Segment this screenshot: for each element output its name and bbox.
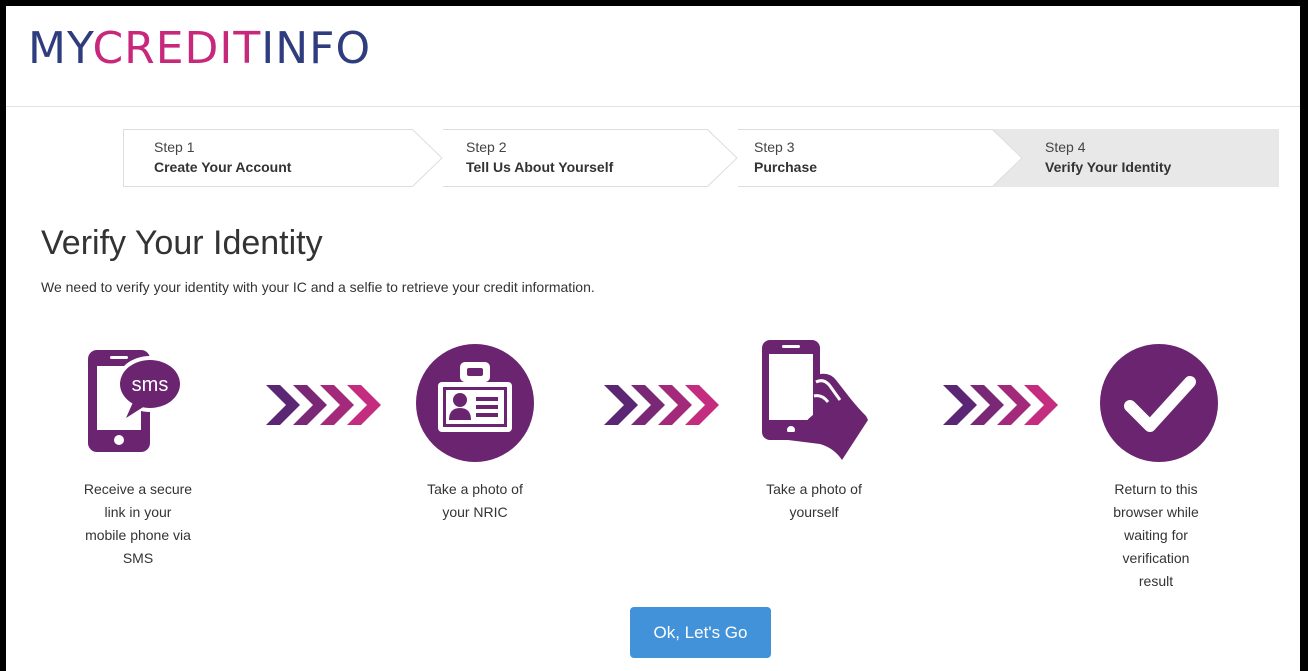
label-line: Return to this	[1114, 481, 1198, 497]
page: MYCREDITINFO Step 1 Create Your Account …	[6, 6, 1300, 671]
label-line: mobile phone via	[85, 527, 191, 543]
page-title: Verify Your Identity	[41, 224, 323, 262]
label-line: waiting for	[1124, 527, 1188, 543]
brand-logo[interactable]: MYCREDITINFO	[28, 24, 371, 74]
page-subtitle: We need to verify your identity with you…	[41, 279, 595, 295]
chevrons-arrow-icon	[266, 385, 381, 425]
checkmark-circle-icon	[1100, 344, 1218, 462]
phone-in-hand-icon	[762, 340, 868, 460]
step-2-title: Tell Us About Yourself	[466, 159, 614, 175]
step-4-number: Step 4	[1045, 139, 1086, 155]
step-2: Step 2 Tell Us About Yourself	[443, 129, 708, 187]
step-3: Step 3 Purchase	[738, 129, 993, 187]
label-line: your NRIC	[442, 504, 508, 520]
step-label-nric: Take a photo of your NRIC	[410, 478, 540, 524]
logo-part-my: MY	[28, 23, 93, 74]
sms-phone-icon: sms	[88, 350, 184, 452]
step-label-return: Return to this browser while waiting for…	[1091, 478, 1221, 593]
label-line: Take a photo of	[766, 481, 862, 497]
step-label-sms: Receive a secure link in your mobile pho…	[73, 478, 203, 570]
step-4-title: Verify Your Identity	[1045, 159, 1172, 175]
label-line: SMS	[122, 550, 154, 566]
step-1-title: Create Your Account	[154, 159, 292, 175]
label-line: yourself	[789, 504, 839, 520]
label-line: verification	[1122, 550, 1190, 566]
sms-icon-text: sms	[132, 374, 169, 396]
id-card-icon	[416, 344, 534, 462]
chevrons-arrow-icon	[943, 385, 1058, 425]
label-line: Receive a secure	[83, 481, 193, 497]
step-3-number: Step 3	[754, 139, 795, 155]
label-line: result	[1138, 573, 1174, 589]
ok-lets-go-button[interactable]: Ok, Let's Go	[630, 607, 771, 658]
step-3-title: Purchase	[754, 159, 818, 175]
label-line: link in your	[104, 504, 172, 520]
step-1: Step 1 Create Your Account	[123, 129, 413, 187]
step-1-chevron	[412, 129, 443, 187]
step-4-active: Step 4 Verify Your Identity	[993, 129, 1279, 187]
logo-part-credit: CREDIT	[92, 23, 262, 74]
step-label-selfie: Take a photo of yourself	[749, 478, 879, 524]
logo-part-info: INFO	[261, 23, 372, 74]
label-line: Take a photo of	[427, 481, 523, 497]
step-2-number: Step 2	[466, 139, 507, 155]
step-1-number: Step 1	[154, 139, 195, 155]
step-progress-bar: Step 1 Create Your Account Step 2 Tell U…	[123, 129, 1279, 187]
header: MYCREDITINFO	[6, 6, 1300, 107]
step-3-chevron	[992, 129, 1023, 187]
step-2-chevron	[707, 129, 738, 187]
label-line: browser while	[1113, 504, 1199, 520]
chevrons-arrow-icon	[604, 385, 719, 425]
